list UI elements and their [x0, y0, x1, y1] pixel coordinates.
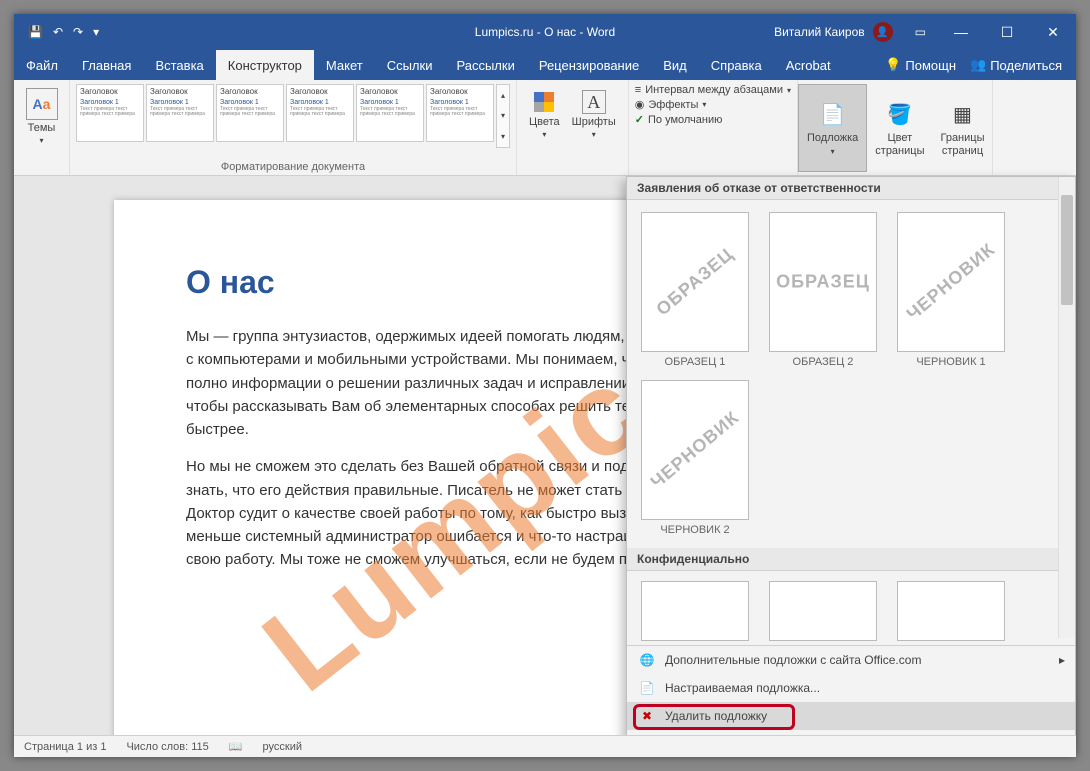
wm-draft-1[interactable]: ЧЕРНОВИКЧЕРНОВИК 1: [897, 212, 1005, 368]
ribbon-options-icon[interactable]: ▭: [915, 25, 926, 39]
tab-acrobat[interactable]: Acrobat: [774, 50, 843, 80]
watermark-dropdown: Заявления об отказе от ответственности О…: [626, 176, 1076, 757]
ribbon: Aa Темы ▾ ЗаголовокЗаголовок 1Текст прим…: [14, 80, 1076, 176]
avatar[interactable]: 👤: [873, 22, 893, 42]
tab-help[interactable]: Справка: [699, 50, 774, 80]
style-set-4[interactable]: ЗаголовокЗаголовок 1Текст примера текст …: [286, 84, 354, 142]
page-color-button[interactable]: 🪣 Цвет страницы: [867, 84, 932, 172]
tab-home[interactable]: Главная: [70, 50, 143, 80]
paragraph-options: ≡Интервал между абзацами ▾ ◉Эффекты ▾ ✓П…: [629, 80, 797, 175]
sb-words[interactable]: Число слов: 115: [126, 741, 208, 753]
remove-icon: ✖: [639, 708, 655, 724]
watermark-icon: 📄: [817, 98, 849, 130]
wm-sample-1[interactable]: ОБРАЗЕЦОБРАЗЕЦ 1: [641, 212, 749, 368]
colors-icon: [534, 92, 554, 112]
style-set-1[interactable]: ЗаголовокЗаголовок 1Текст примера текст …: [76, 84, 144, 142]
spacing-icon: ≡: [635, 84, 641, 96]
tab-mailings[interactable]: Рассылки: [444, 50, 526, 80]
style-set-2[interactable]: ЗаголовокЗаголовок 1Текст примера текст …: [146, 84, 214, 142]
sb-page[interactable]: Страница 1 из 1: [24, 741, 106, 753]
dd-grid-1b: ЧЕРНОВИКЧЕРНОВИК 2: [627, 380, 1075, 548]
check-icon: ✓: [635, 113, 644, 126]
tell-me[interactable]: 💡Помощн: [885, 57, 956, 73]
word-window: 💾 ↶ ↷ ▾ Lumpics.ru - О нас - Word Витали…: [14, 14, 1076, 757]
tab-layout[interactable]: Макет: [314, 50, 375, 80]
dd-remove-watermark[interactable]: ✖Удалить подложку: [627, 702, 1075, 730]
lightbulb-icon: 💡: [885, 57, 901, 73]
share-icon: 👥: [970, 57, 986, 73]
colors-fonts-group: Цвета▾ A Шрифты▾: [517, 80, 629, 175]
themes-button[interactable]: Aa Темы ▾: [22, 84, 62, 149]
sb-spellcheck-icon[interactable]: 📖: [229, 740, 243, 753]
page-borders-icon: ▦: [946, 98, 978, 130]
titlebar: 💾 ↶ ↷ ▾ Lumpics.ru - О нас - Word Витали…: [14, 14, 1076, 50]
globe-icon: 🌐: [639, 652, 655, 668]
dd-grid-2: [627, 571, 1075, 645]
page-icon: 📄: [639, 680, 655, 696]
sb-language[interactable]: русский: [263, 741, 302, 753]
dd-more-office[interactable]: 🌐Дополнительные подложки с сайта Office.…: [627, 646, 1075, 674]
chevron-right-icon: ▸: [1059, 653, 1065, 667]
wm-conf-2[interactable]: [769, 581, 877, 641]
tab-review[interactable]: Рецензирование: [527, 50, 651, 80]
user-name: Виталий Каиров: [774, 25, 865, 39]
save-icon[interactable]: 💾: [28, 25, 43, 39]
close-button[interactable]: ✕: [1030, 14, 1076, 50]
wm-sample-2[interactable]: ОБРАЗЕЦОБРАЗЕЦ 2: [769, 212, 877, 368]
fonts-icon: A: [582, 90, 606, 114]
qat-dropdown-icon[interactable]: ▾: [93, 25, 99, 39]
effects-button[interactable]: ◉Эффекты ▾: [635, 98, 791, 111]
paragraph-spacing[interactable]: ≡Интервал между абзацами ▾: [635, 84, 791, 96]
page-borders-button[interactable]: ▦ Границы страниц: [932, 84, 992, 172]
undo-icon[interactable]: ↶: [53, 25, 63, 39]
share-button[interactable]: 👥Поделиться: [970, 57, 1062, 73]
gallery-scroll[interactable]: ▴▾▾: [496, 84, 510, 148]
scrollbar-thumb[interactable]: [1061, 195, 1073, 305]
style-set-5[interactable]: ЗаголовокЗаголовок 1Текст примера текст …: [356, 84, 424, 142]
minimize-button[interactable]: —: [938, 14, 984, 50]
document-formatting-group: ЗаголовокЗаголовок 1Текст примера текст …: [70, 80, 517, 175]
tab-design[interactable]: Конструктор: [216, 50, 314, 80]
ribbon-tabs: Файл Главная Вставка Конструктор Макет С…: [14, 50, 1076, 80]
quick-access-toolbar: 💾 ↶ ↷ ▾: [14, 25, 99, 39]
wm-conf-3[interactable]: [897, 581, 1005, 641]
redo-icon[interactable]: ↷: [73, 25, 83, 39]
style-set-3[interactable]: ЗаголовокЗаголовок 1Текст примера текст …: [216, 84, 284, 142]
dd-scrollbar[interactable]: [1058, 177, 1075, 638]
dd-section-confidential: Конфиденциально: [627, 548, 1075, 571]
watermark-button[interactable]: 📄 Подложка▾: [798, 84, 867, 172]
dd-custom-watermark[interactable]: 📄Настраиваемая подложка...: [627, 674, 1075, 702]
page-background-group: 📄 Подложка▾ 🪣 Цвет страницы ▦ Границы ст…: [797, 80, 993, 175]
fonts-button[interactable]: A Шрифты▾: [566, 88, 622, 141]
dd-section-disclaimers: Заявления об отказе от ответственности: [627, 177, 1075, 200]
style-gallery[interactable]: ЗаголовокЗаголовок 1Текст примера текст …: [76, 84, 510, 148]
tab-references[interactable]: Ссылки: [375, 50, 445, 80]
tab-insert[interactable]: Вставка: [143, 50, 215, 80]
set-default[interactable]: ✓По умолчанию: [635, 113, 791, 126]
user-area[interactable]: Виталий Каиров 👤 ▭: [774, 22, 926, 42]
wm-conf-1[interactable]: [641, 581, 749, 641]
wm-draft-2[interactable]: ЧЕРНОВИКЧЕРНОВИК 2: [641, 380, 749, 536]
statusbar: Страница 1 из 1 Число слов: 115 📖 русски…: [14, 735, 1076, 757]
chevron-down-icon: ▾: [39, 136, 43, 145]
tab-file[interactable]: Файл: [14, 50, 70, 80]
style-set-6[interactable]: ЗаголовокЗаголовок 1Текст примера текст …: [426, 84, 494, 142]
dd-grid-1: ОБРАЗЕЦОБРАЗЕЦ 1 ОБРАЗЕЦОБРАЗЕЦ 2 ЧЕРНОВ…: [627, 200, 1075, 380]
window-title: Lumpics.ru - О нас - Word: [475, 25, 615, 39]
tab-view[interactable]: Вид: [651, 50, 699, 80]
maximize-button[interactable]: ☐: [984, 14, 1030, 50]
effects-icon: ◉: [635, 98, 645, 111]
colors-button[interactable]: Цвета▾: [523, 88, 566, 141]
window-controls: — ☐ ✕: [938, 14, 1076, 50]
page-color-icon: 🪣: [884, 98, 916, 130]
themes-group: Aa Темы ▾: [14, 80, 70, 175]
themes-icon: Aa: [26, 88, 58, 120]
